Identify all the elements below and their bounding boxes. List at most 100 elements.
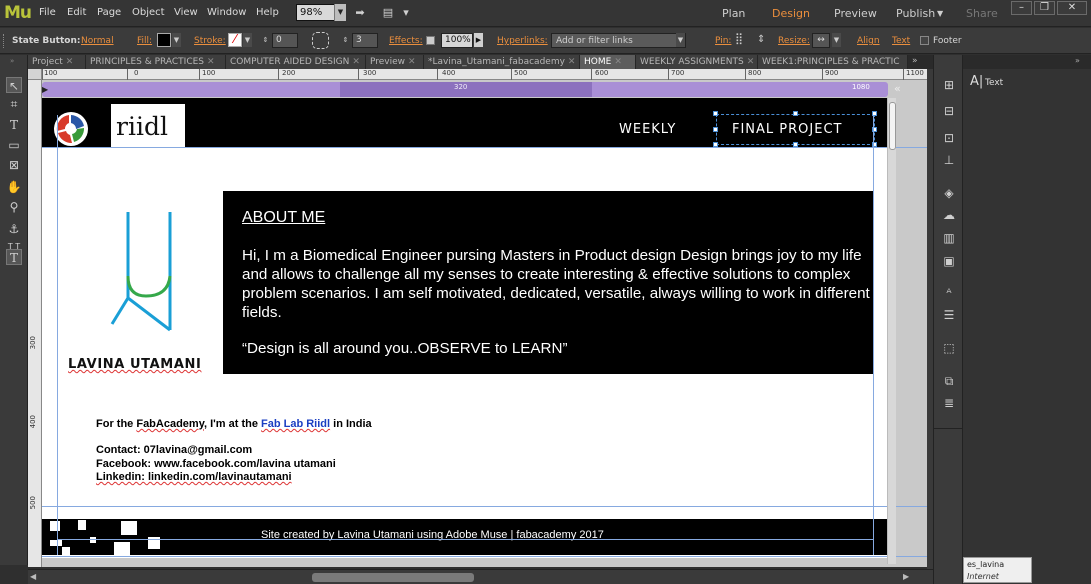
page[interactable]: riidl WEEKLY FINAL PROJECT LAVINA UTAMAN… — [42, 98, 888, 558]
zoom-tool-icon[interactable]: ⚲ — [6, 199, 22, 215]
text-panel-label[interactable]: Text — [985, 78, 1003, 88]
assets-panel-icon[interactable]: ⧉ — [941, 373, 957, 389]
resize-label[interactable]: Resize: — [778, 36, 810, 46]
footer-checkbox[interactable] — [920, 36, 929, 45]
tab-project[interactable]: Project ✕ — [28, 55, 86, 69]
menu-file[interactable]: File — [39, 7, 56, 18]
resize-handle[interactable] — [713, 127, 718, 132]
menu-object[interactable]: Object — [132, 7, 165, 18]
stroke-none-swatch[interactable]: ⁄ — [228, 33, 242, 47]
pin-chevron-icon[interactable]: ⇕ — [757, 34, 765, 45]
cc-libraries-icon[interactable]: ☁ — [941, 207, 957, 223]
hand-tool-icon[interactable]: ✋ — [6, 179, 22, 195]
close-icon[interactable]: ✕ — [568, 57, 576, 67]
character-styles-icon[interactable]: ☰ — [941, 307, 957, 323]
minimize-button[interactable]: – — [1011, 1, 1032, 15]
text-panel-icon[interactable]: A| — [970, 74, 983, 89]
corner-radius-field[interactable]: 3 — [352, 33, 378, 48]
tab-home[interactable]: HOME ✕ — [580, 55, 636, 69]
rectangle-tool-icon[interactable]: ▭ — [6, 137, 22, 153]
fill-swatch[interactable] — [157, 33, 171, 47]
hyperlinks-label[interactable]: Hyperlinks: — [497, 36, 548, 46]
crop-tool-icon[interactable]: ⌗ — [6, 96, 22, 112]
state-button-value[interactable]: Normal — [81, 36, 114, 46]
menu-help[interactable]: Help — [256, 7, 279, 18]
resize-icon[interactable]: ↔ — [812, 33, 830, 48]
canvas-scroll-thumb[interactable] — [889, 102, 896, 150]
image-frame-tool-icon[interactable]: ⊠ — [6, 157, 22, 173]
close-icon[interactable]: ✕ — [352, 57, 360, 67]
stroke-label[interactable]: Stroke: — [194, 36, 226, 46]
opacity-field[interactable]: 100% — [441, 33, 473, 48]
widgets-panel-icon[interactable]: ▣ — [941, 253, 957, 269]
tab-weekly-assignments[interactable]: WEEKLY ASSIGNMENTS ✕ — [636, 55, 758, 69]
bullets-panel-icon[interactable]: ≣ — [941, 395, 957, 411]
guide-line[interactable] — [42, 506, 927, 507]
states-panel-icon[interactable]: ⬚ — [941, 340, 957, 356]
fab-lab-link[interactable]: Fab Lab Riidl — [261, 418, 330, 430]
tab-cad[interactable]: COMPUTER AIDED DESIGN ✕ — [226, 55, 366, 69]
corner-stepper-icon[interactable]: ⇕ — [341, 33, 350, 47]
close-icon[interactable]: ✕ — [614, 57, 622, 67]
chevron-down-icon[interactable]: ▼ — [334, 4, 346, 21]
scroll-left-icon[interactable]: ◀ — [30, 572, 36, 581]
spacing-panel-icon[interactable]: ⊥ — [941, 152, 957, 168]
tab-preview[interactable]: Preview ✕ — [366, 55, 424, 69]
effects-label[interactable]: Effects: — [389, 36, 423, 46]
tab-week1[interactable]: WEEK1:PRINCIPLES & PRACTIC — [758, 55, 908, 69]
about-box[interactable]: ABOUT ME Hi, I m a Biomedical Engineer p… — [223, 191, 874, 374]
close-icon[interactable]: ✕ — [66, 57, 74, 67]
scroll-right-icon[interactable]: ▶ — [903, 572, 909, 581]
menu-window[interactable]: Window — [207, 7, 246, 18]
tab-principles[interactable]: PRINCIPLES & PRACTICES ✕ — [86, 55, 226, 69]
panel-collapse-icon[interactable]: » — [1075, 56, 1080, 65]
guide-line[interactable] — [57, 115, 58, 555]
resize-handle[interactable] — [713, 111, 718, 116]
canvas-scrollbar[interactable] — [887, 98, 896, 564]
maximize-button[interactable]: ❐ — [1034, 1, 1055, 15]
pin-grid-icon[interactable]: ⣿ — [735, 32, 751, 49]
text-format-icon[interactable]: T — [6, 249, 22, 265]
mode-preview[interactable]: Preview — [834, 7, 877, 20]
stroke-stepper-icon[interactable]: ⇕ — [261, 33, 270, 47]
close-button[interactable]: ✕ — [1057, 1, 1087, 15]
text-tool-icon[interactable]: T — [6, 117, 22, 133]
stroke-width-field[interactable]: 0 — [272, 33, 298, 48]
collapse-icon[interactable]: » — [10, 57, 14, 65]
fill-chevron-icon[interactable]: ▼ — [172, 33, 181, 47]
anchor-tool-icon[interactable]: ⚓ — [6, 221, 22, 237]
breakpoint-left-icon[interactable]: ▶ — [42, 82, 52, 97]
fill-label[interactable]: Fill: — [137, 36, 152, 46]
site-header[interactable]: riidl WEEKLY FINAL PROJECT — [42, 98, 888, 148]
pin-label[interactable]: Pin: — [715, 36, 731, 46]
view-options-chevron-icon[interactable]: ▾ — [398, 6, 414, 20]
publish-chevron-icon[interactable]: ▼ — [937, 9, 943, 18]
align-panel-icon[interactable]: ⊟ — [941, 103, 957, 119]
guide-line[interactable] — [42, 556, 927, 557]
menu-edit[interactable]: Edit — [67, 7, 86, 18]
mode-design[interactable]: Design — [772, 7, 810, 20]
horizontal-scroll-thumb[interactable] — [312, 573, 474, 582]
guide-line[interactable] — [873, 115, 874, 555]
tabs-overflow-icon[interactable]: » — [912, 56, 918, 66]
layers-panel-icon[interactable]: ◈ — [941, 185, 957, 201]
mode-publish[interactable]: Publish — [896, 7, 935, 20]
library-panel-icon[interactable]: ▥ — [941, 230, 957, 246]
tab-site[interactable]: *Lavina_Utamani_fabacademy ✕ — [424, 55, 580, 69]
grid-panel-icon[interactable]: ⊞ — [941, 77, 957, 93]
transform-panel-icon[interactable]: ⊡ — [941, 130, 957, 146]
view-options-icon[interactable]: ▤ — [380, 6, 396, 20]
text-label[interactable]: Text — [892, 36, 910, 46]
mode-plan[interactable]: Plan — [722, 7, 745, 20]
guide-line[interactable] — [57, 539, 874, 540]
opacity-arrow-icon[interactable]: ▶ — [474, 33, 483, 47]
hyperlinks-chevron-icon[interactable]: ▼ — [676, 33, 685, 47]
collapse-breakpoints-icon[interactable]: « — [894, 82, 908, 97]
horizontal-scrollbar[interactable]: ◀ ▶ — [28, 569, 933, 584]
resize-chevron-icon[interactable]: ▼ — [832, 33, 841, 47]
menu-page[interactable]: Page — [97, 7, 121, 18]
selection-tool-icon[interactable]: ↖ — [6, 77, 22, 93]
close-icon[interactable]: ✕ — [207, 57, 215, 67]
place-icon[interactable]: ➡ — [352, 6, 368, 20]
hyperlinks-input[interactable]: Add or filter links — [551, 33, 686, 48]
